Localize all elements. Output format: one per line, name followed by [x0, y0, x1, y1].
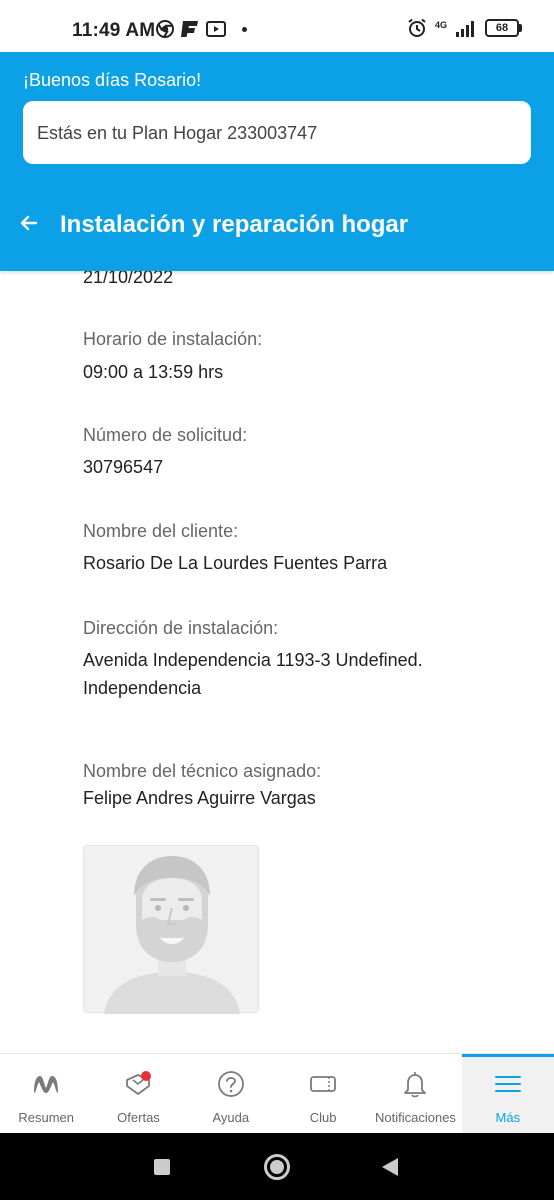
- installation-date-value: 21/10/2022: [83, 271, 174, 287]
- youtube-icon: [206, 21, 226, 37]
- bell-icon: [404, 1072, 427, 1098]
- status-time: 11:49 AM: [72, 20, 156, 41]
- network-type: 4G: [434, 20, 447, 30]
- address-line-1: Avenida Independencia 1193-3 Undefined.: [83, 650, 423, 670]
- plan-selector[interactable]: Estás en tu Plan Hogar 233003747: [23, 101, 531, 164]
- title-bar: Instalación y reparación hogar: [0, 180, 554, 271]
- client-name-value: Rosario De La Lourdes Fuentes Parra: [83, 553, 388, 573]
- back-arrow-icon[interactable]: [14, 208, 44, 238]
- status-bar: 11:49 AM 4G 68: [0, 0, 554, 52]
- menu-icon: [494, 1076, 521, 1092]
- battery-icon: 68: [485, 19, 522, 37]
- system-back-icon[interactable]: [382, 1158, 398, 1176]
- battery-level: 68: [485, 19, 519, 37]
- greeting-header: ¡Buenos días Rosario! Estás en tu Plan H…: [0, 52, 554, 180]
- plan-text: Estás en tu Plan Hogar 233003747: [37, 123, 318, 143]
- help-icon: [217, 1071, 244, 1097]
- app-notification-icon: [181, 21, 198, 37]
- client-name-label: Nombre del cliente:: [83, 521, 239, 541]
- nav-item-ofertas[interactable]: Ofertas: [92, 1054, 184, 1134]
- request-number-value: 30796547: [83, 457, 164, 477]
- recents-icon[interactable]: [154, 1159, 170, 1175]
- nav-label-notificaciones: Notificaciones: [375, 1110, 456, 1125]
- technician-value: Felipe Andres Aguirre Vargas: [83, 788, 316, 808]
- installation-details[interactable]: 21/10/2022 Horario de instalación: 09:00…: [0, 271, 554, 1053]
- more-notifications-dot: [242, 26, 247, 32]
- nav-item-resumen[interactable]: Resumen: [0, 1054, 92, 1134]
- nav-label-ofertas: Ofertas: [117, 1110, 160, 1125]
- address-label: Dirección de instalación:: [83, 618, 279, 638]
- technician-avatar-icon: [104, 856, 240, 1014]
- schedule-label: Horario de instalación:: [83, 329, 263, 349]
- system-navigation-bar: [0, 1133, 554, 1200]
- schedule-value: 09:00 a 13:59 hrs: [83, 362, 224, 382]
- technician-label: Nombre del técnico asignado:: [83, 761, 322, 781]
- nav-item-club[interactable]: Club: [277, 1054, 369, 1134]
- request-number-label: Número de solicitud:: [83, 425, 248, 445]
- nav-label-resumen: Resumen: [18, 1110, 74, 1125]
- nav-label-ayuda: Ayuda: [212, 1110, 250, 1125]
- gift-icon: [126, 1071, 152, 1095]
- signal-icon: [456, 21, 474, 37]
- bottom-navigation: Resumen Ofertas Ayuda Club Notificacione…: [0, 1053, 554, 1134]
- address-line-2: Independencia: [83, 678, 202, 698]
- alarm-icon: [408, 18, 426, 37]
- page-title: Instalación y reparación hogar: [60, 211, 409, 238]
- status-system-icons: 4G 68: [407, 18, 522, 38]
- nav-label-mas: Más: [495, 1110, 521, 1125]
- nav-item-notificaciones[interactable]: Notificaciones: [369, 1054, 461, 1134]
- technician-avatar: [83, 845, 259, 1014]
- greeting-text: ¡Buenos días Rosario!: [23, 70, 202, 90]
- ticket-icon: [310, 1076, 337, 1092]
- nav-item-ayuda[interactable]: Ayuda: [185, 1054, 277, 1134]
- chrome-icon: [156, 20, 174, 38]
- movistar-logo-icon: [34, 1076, 59, 1093]
- home-icon[interactable]: [264, 1154, 290, 1180]
- status-notification-icons: [156, 20, 247, 38]
- nav-item-mas[interactable]: Más: [461, 1054, 554, 1134]
- nav-label-club: Club: [309, 1110, 337, 1125]
